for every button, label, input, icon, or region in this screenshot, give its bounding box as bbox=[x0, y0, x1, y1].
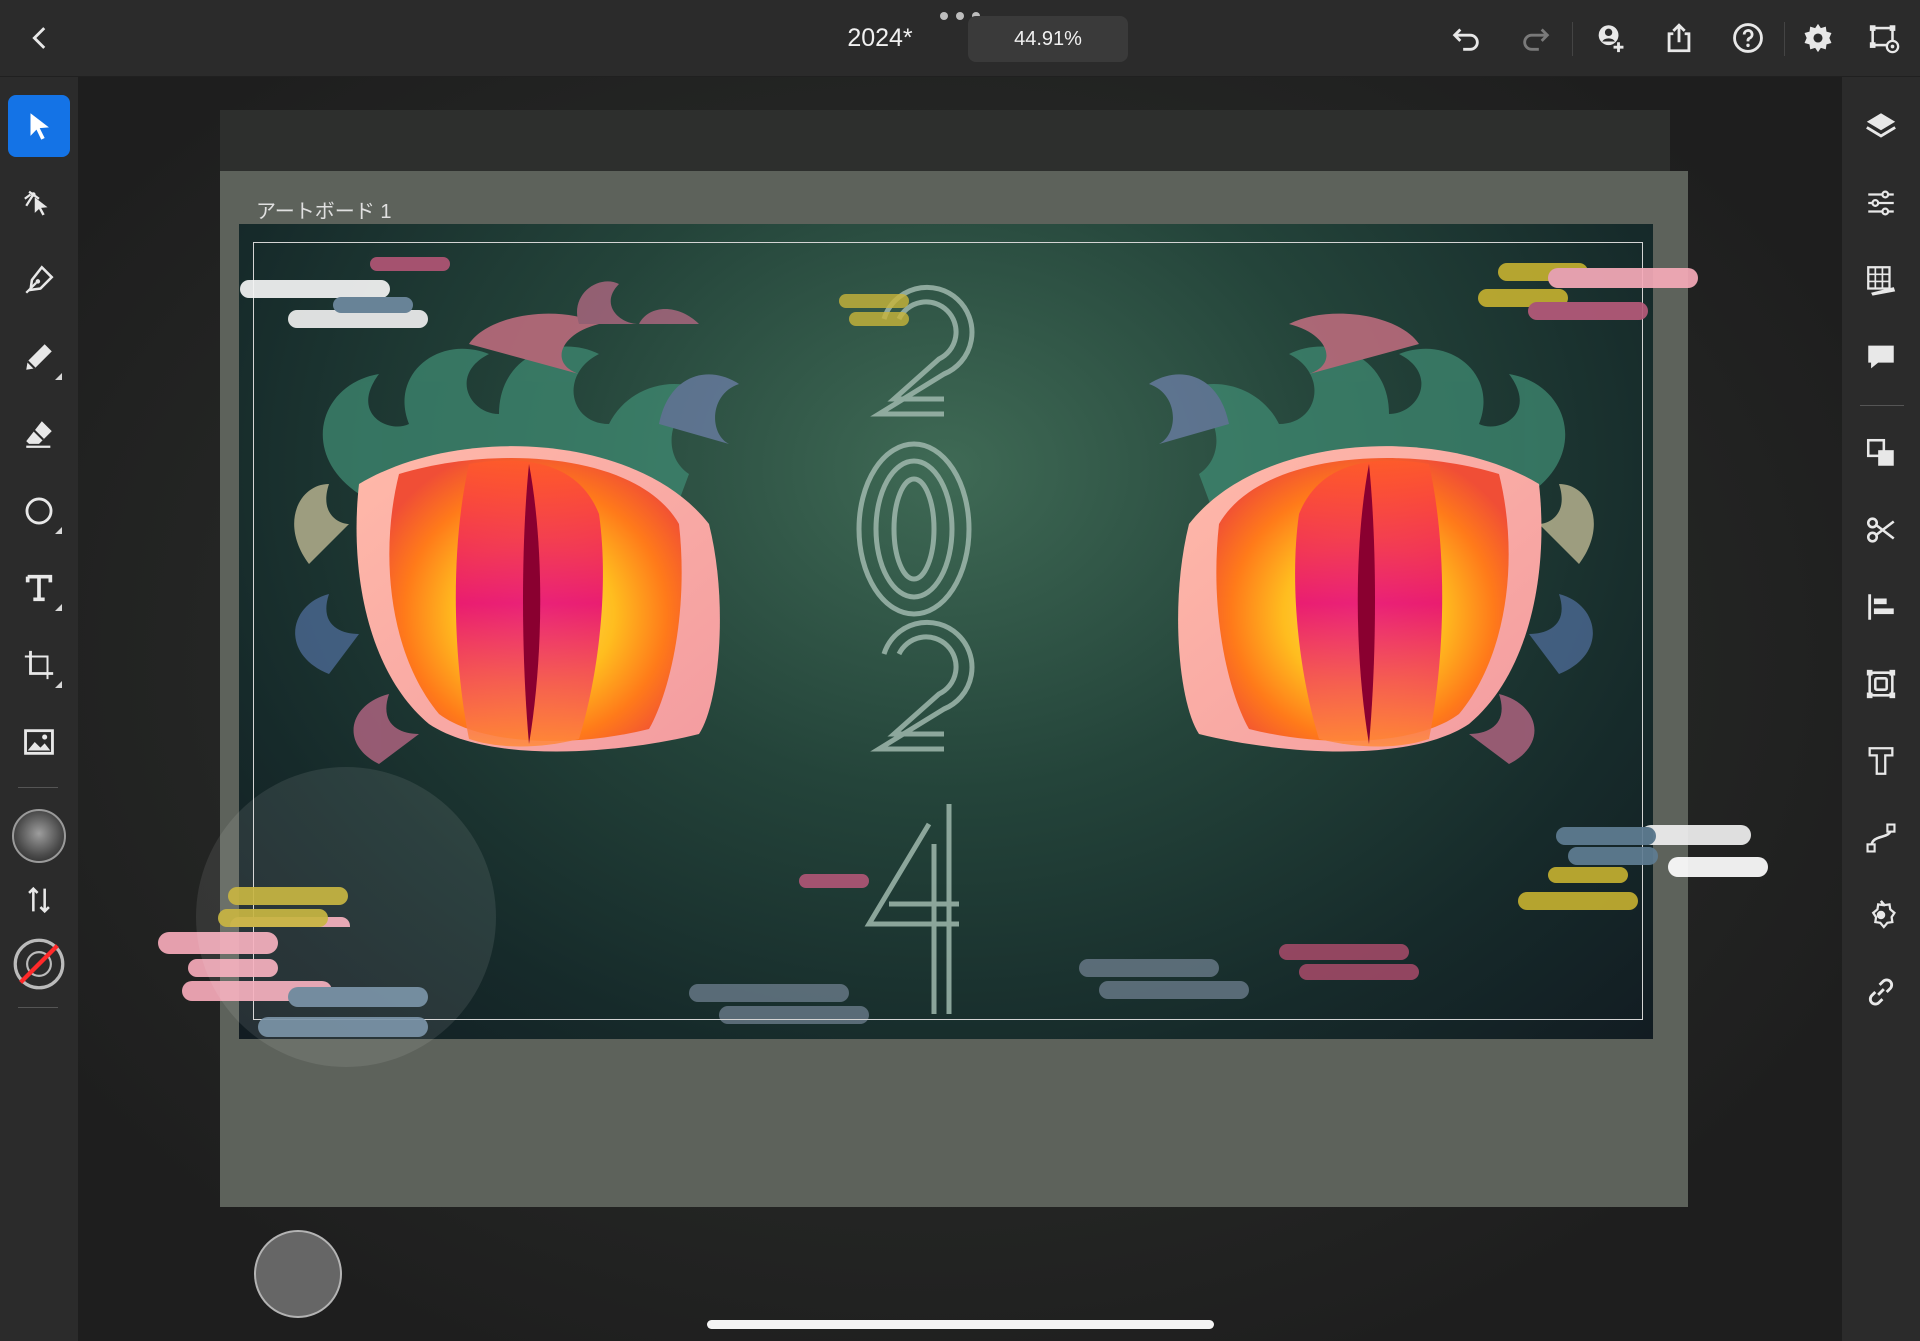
pencil-tool[interactable] bbox=[8, 326, 70, 388]
left-eye bbox=[356, 446, 720, 752]
arrow-pointer-icon bbox=[30, 113, 49, 140]
type-tool[interactable] bbox=[8, 557, 70, 619]
align-button[interactable] bbox=[1856, 582, 1906, 632]
touch-shortcut-button[interactable] bbox=[254, 1230, 342, 1318]
node-selection-icon bbox=[24, 190, 48, 216]
pasteboard-strip bbox=[220, 110, 1670, 172]
stroke-none-icon bbox=[13, 938, 65, 990]
path-button[interactable] bbox=[1856, 813, 1906, 863]
top-bar: 2024* 44.91% bbox=[0, 0, 1920, 77]
ellipse-tool[interactable] bbox=[8, 480, 70, 542]
fill-color-swatch[interactable] bbox=[8, 805, 70, 867]
help-icon bbox=[1733, 23, 1763, 53]
redo-button[interactable] bbox=[1512, 14, 1560, 62]
grid-button[interactable] bbox=[1856, 255, 1906, 305]
repeat-grid-button[interactable] bbox=[1856, 659, 1906, 709]
artboard-options-button[interactable] bbox=[1860, 14, 1908, 62]
document-title[interactable]: 2024* bbox=[820, 24, 940, 53]
align-left-icon bbox=[1868, 594, 1894, 620]
pen-tool[interactable] bbox=[8, 249, 70, 311]
repeat-grid-icon bbox=[1866, 669, 1896, 699]
link-icon bbox=[1868, 978, 1894, 1006]
invite-button[interactable] bbox=[1586, 14, 1634, 62]
symbol-gear-icon bbox=[1871, 900, 1896, 929]
year-lettering bbox=[856, 284, 975, 1014]
eraser-tool[interactable] bbox=[8, 403, 70, 465]
sliders-icon bbox=[1868, 190, 1894, 216]
fill-swatch-circle bbox=[12, 809, 66, 863]
layers-icon bbox=[1866, 113, 1896, 138]
type-options-button[interactable] bbox=[1856, 736, 1906, 786]
comment-bubble-icon bbox=[1868, 345, 1894, 369]
redo-icon bbox=[1523, 28, 1550, 51]
link-button[interactable] bbox=[1856, 967, 1906, 1017]
swap-fill-stroke-button[interactable] bbox=[8, 869, 70, 931]
properties-button[interactable] bbox=[1856, 178, 1906, 228]
undo-icon bbox=[1452, 28, 1479, 51]
back-button[interactable] bbox=[16, 14, 64, 62]
chevron-left-icon bbox=[32, 27, 46, 49]
place-image-tool[interactable] bbox=[8, 711, 70, 773]
undo-button[interactable] bbox=[1442, 14, 1490, 62]
gear-icon bbox=[1804, 23, 1832, 53]
artboard-label[interactable]: アートボード 1 bbox=[256, 195, 391, 224]
circle-shape-icon bbox=[25, 497, 53, 525]
layers-button[interactable] bbox=[1856, 101, 1906, 151]
right-panel bbox=[1842, 77, 1920, 1341]
share-icon bbox=[1667, 23, 1691, 53]
settings-button[interactable] bbox=[1794, 14, 1842, 62]
text-t-icon bbox=[25, 574, 53, 602]
share-button[interactable] bbox=[1655, 14, 1703, 62]
image-icon bbox=[24, 729, 54, 755]
arrange-layers-icon bbox=[1866, 438, 1894, 466]
home-indicator bbox=[707, 1320, 1214, 1329]
selection-tool[interactable] bbox=[8, 95, 70, 157]
grid-ruler-icon bbox=[1867, 266, 1896, 296]
stroke-color-swatch[interactable] bbox=[8, 933, 70, 995]
left-toolbar bbox=[0, 77, 78, 1341]
eraser-icon bbox=[26, 421, 52, 448]
swap-arrows-icon bbox=[28, 886, 50, 914]
year-lettering-text: 2024 bbox=[915, 633, 918, 635]
zoom-level[interactable]: 44.91% bbox=[968, 16, 1128, 62]
direct-selection-tool[interactable] bbox=[8, 172, 70, 234]
right-eye bbox=[1178, 446, 1542, 752]
comments-button[interactable] bbox=[1856, 332, 1906, 382]
scissors-icon bbox=[1866, 517, 1895, 543]
touch-indicator-glow bbox=[196, 767, 496, 1067]
crop-transform-icon bbox=[24, 650, 54, 680]
pen-icon bbox=[25, 265, 54, 294]
pencil-icon bbox=[26, 344, 52, 370]
bezier-path-icon bbox=[1866, 823, 1896, 853]
symbol-button[interactable] bbox=[1856, 890, 1906, 940]
arrange-button[interactable] bbox=[1856, 428, 1906, 478]
invite-user-icon bbox=[1598, 25, 1624, 53]
canvas-area[interactable]: アートボード 1 2024 bbox=[78, 77, 1842, 1341]
transform-tool[interactable] bbox=[8, 634, 70, 696]
help-button[interactable] bbox=[1724, 14, 1772, 62]
artboard-view-icon bbox=[1869, 25, 1900, 54]
text-outline-icon bbox=[1868, 747, 1894, 775]
scissors-button[interactable] bbox=[1856, 505, 1906, 555]
